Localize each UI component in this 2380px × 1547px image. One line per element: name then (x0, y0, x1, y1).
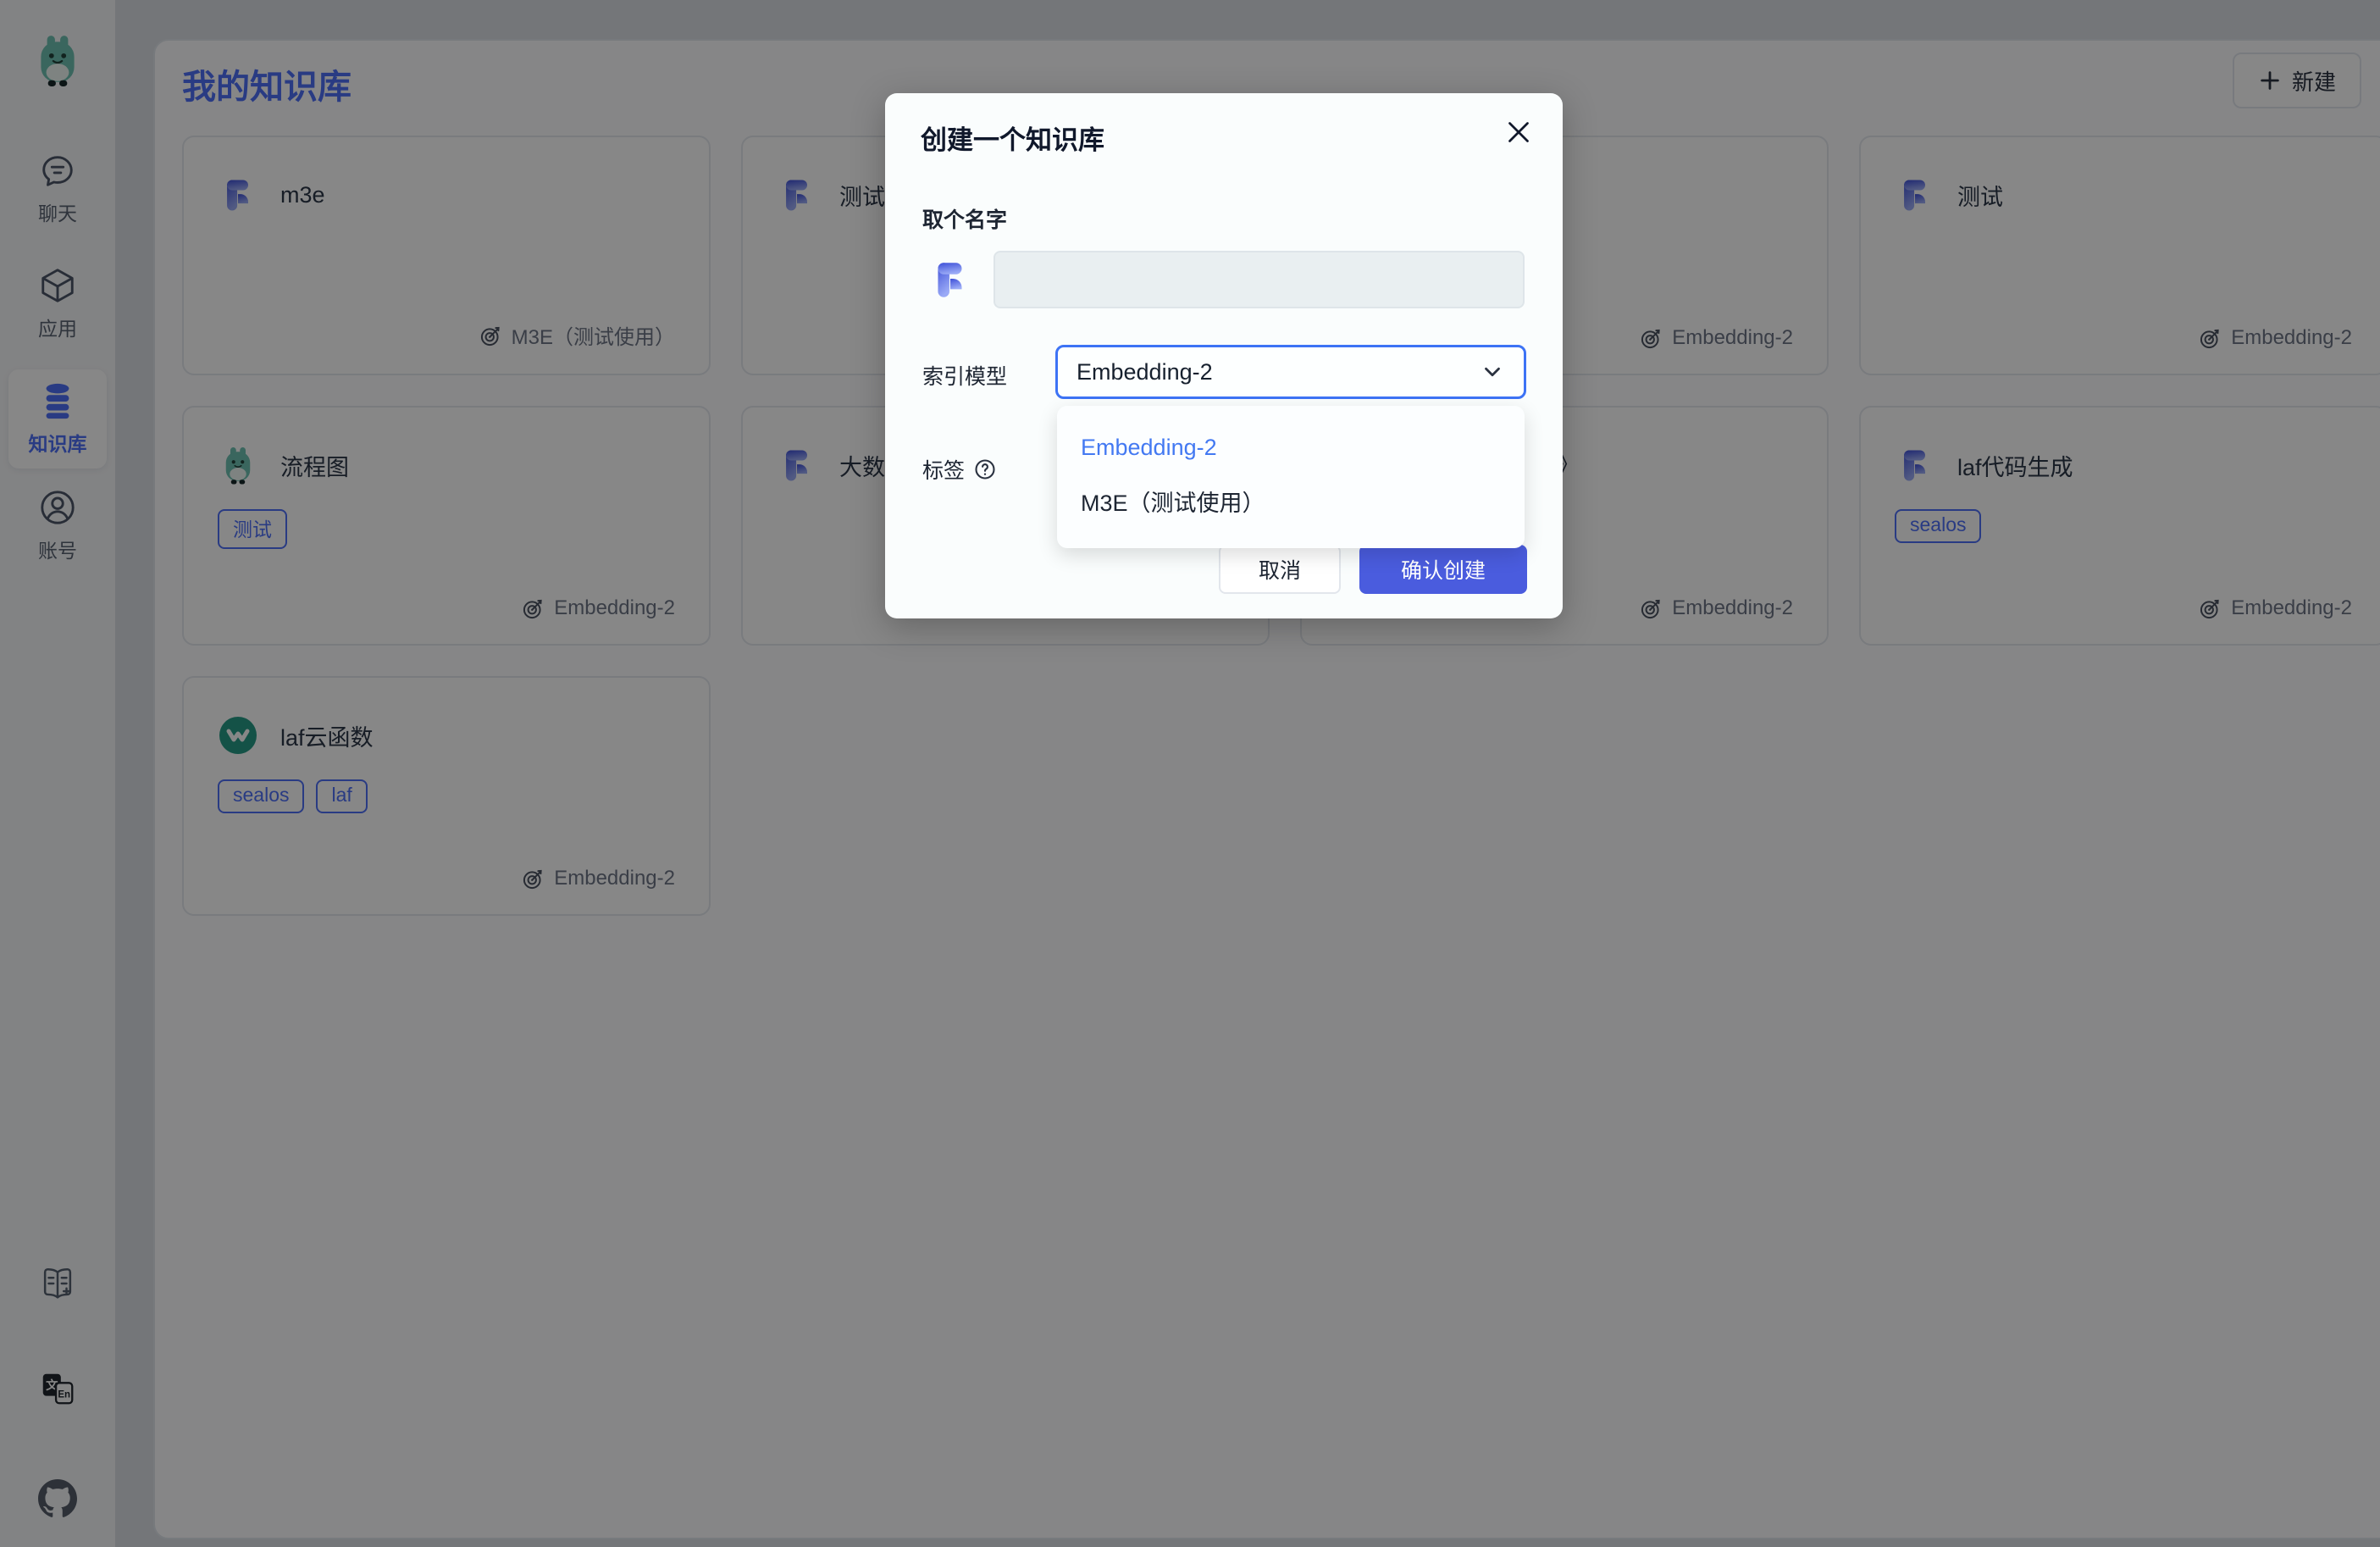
index-model-label: 索引模型 (922, 360, 1007, 391)
tags-field-label: 标签 (922, 454, 997, 485)
tags-label-text: 标签 (922, 454, 965, 485)
index-model-select[interactable]: Embedding-2 (1055, 345, 1526, 399)
create-kb-modal: 创建一个知识库 取个名字 索引模型 Embedding-2 标签 Embeddi… (885, 93, 1563, 618)
name-field-label: 取个名字 (922, 203, 1007, 234)
index-model-option[interactable]: Embedding-2 (1057, 423, 1525, 473)
cancel-button[interactable]: 取消 (1219, 545, 1341, 594)
index-model-value: Embedding-2 (1077, 359, 1213, 385)
kb-avatar-picker[interactable] (927, 257, 973, 302)
modal-title: 创建一个知识库 (921, 119, 1104, 157)
close-icon[interactable] (1503, 117, 1534, 147)
chevron-down-icon (1480, 359, 1505, 385)
index-model-option[interactable]: M3E（测试使用） (1057, 473, 1525, 530)
confirm-create-button[interactable]: 确认创建 (1359, 545, 1527, 594)
question-circle-icon (973, 457, 997, 481)
kb-name-input[interactable] (994, 251, 1525, 308)
index-model-dropdown: Embedding-2M3E（测试使用） (1057, 406, 1525, 548)
